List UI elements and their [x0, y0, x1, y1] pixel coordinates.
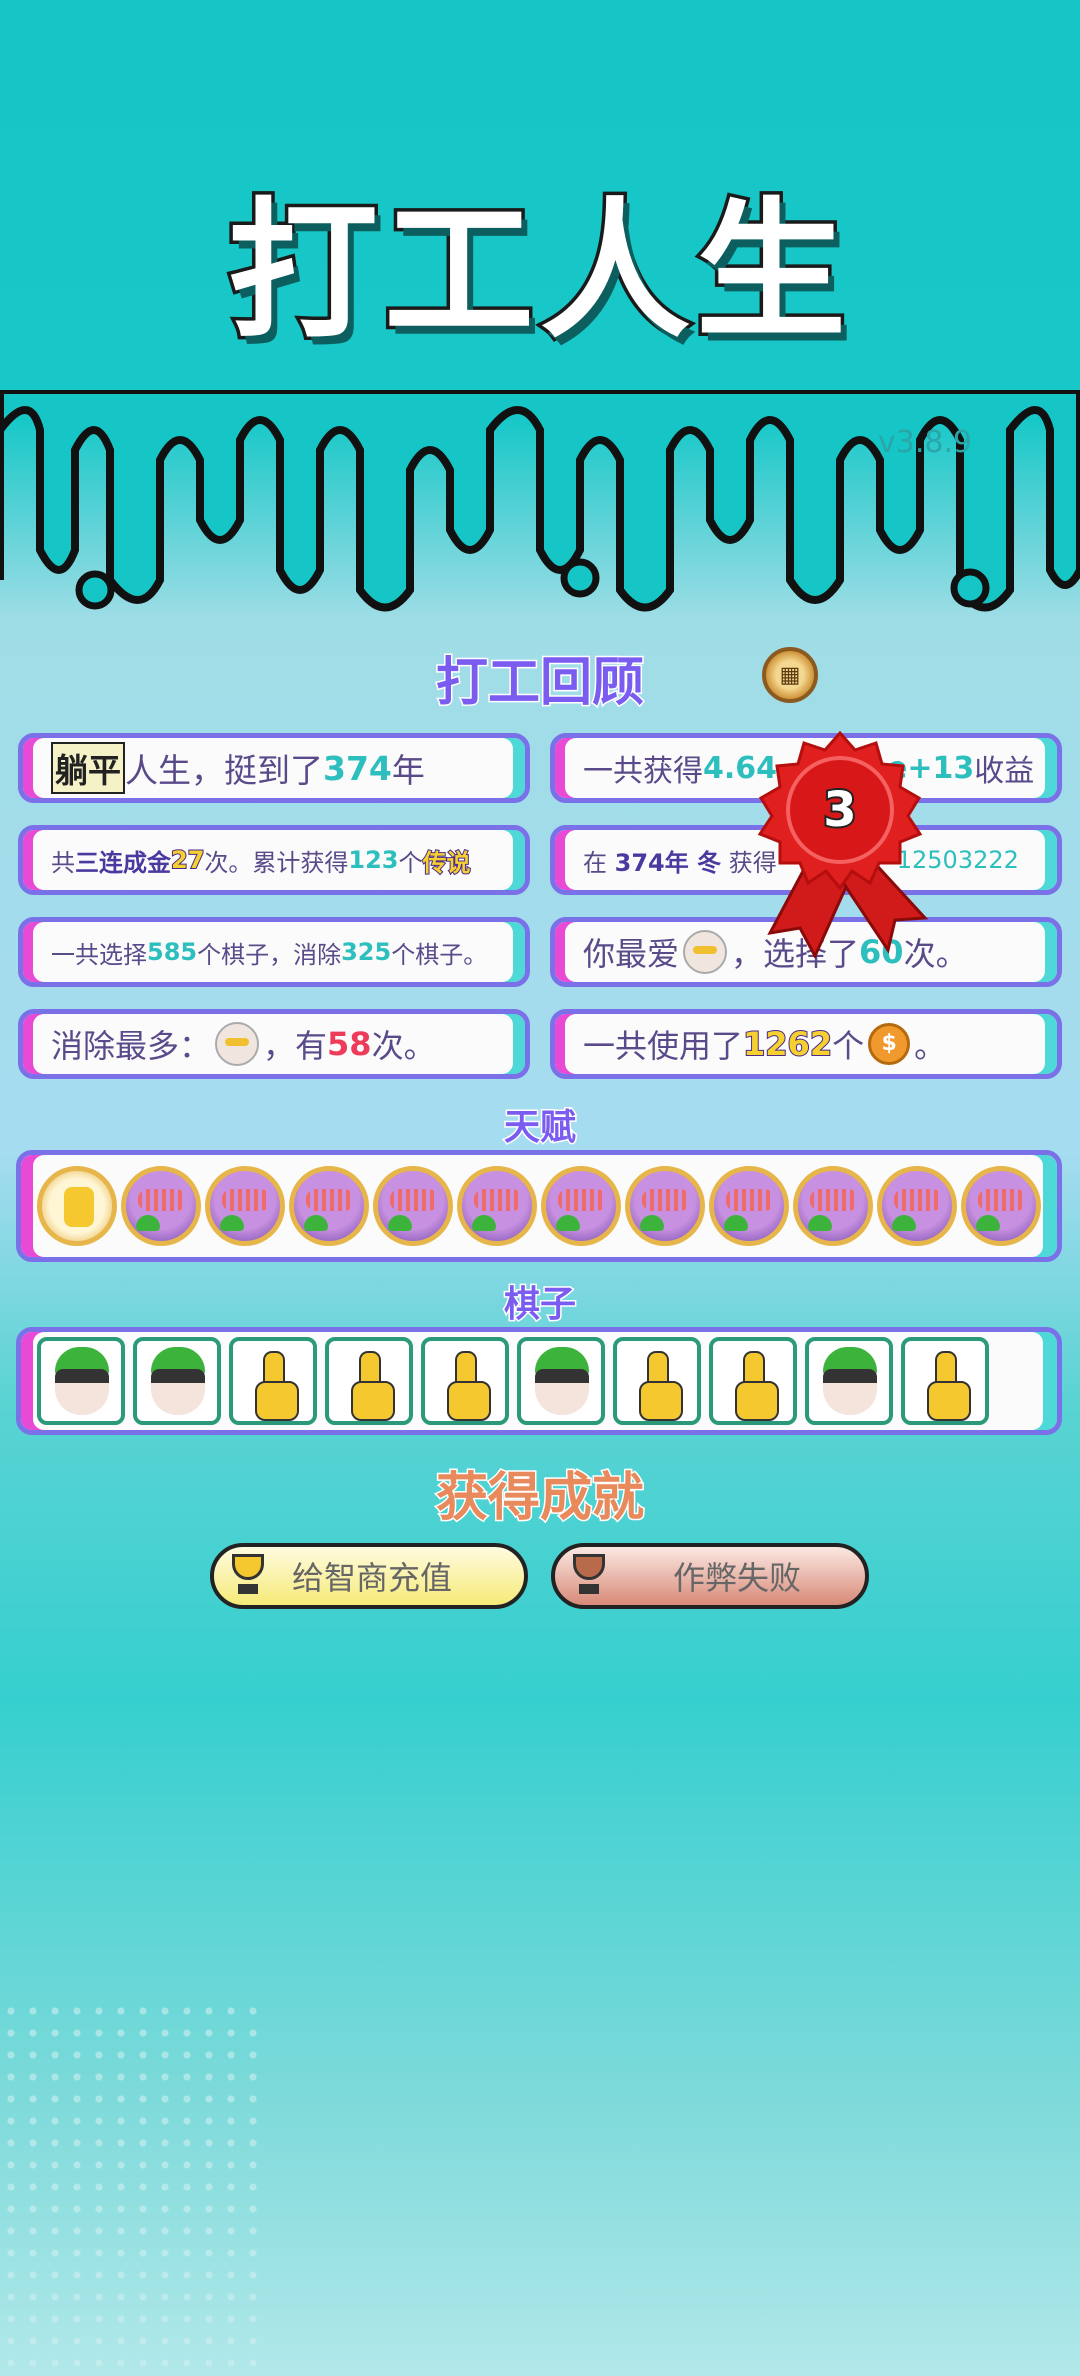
stat-text: 一共选择 — [51, 940, 147, 969]
review-title: 打工回顾 — [434, 652, 645, 715]
stat-card-coins-used: 一共使用了 1262 个 $ 。 — [550, 1009, 1062, 1079]
stat-text: ，有 — [263, 1027, 328, 1065]
stat-text: 人生，挺到了 — [125, 751, 323, 790]
stat-emphasis: 374年 冬 — [614, 848, 722, 877]
sunglasses-man-piece-icon[interactable] — [517, 1337, 605, 1425]
talent-icon[interactable] — [205, 1166, 285, 1246]
stat-number: 27 — [170, 845, 205, 875]
rock-hand-talent-icon[interactable] — [37, 1166, 117, 1246]
pointing-hand-piece-icon[interactable] — [901, 1337, 989, 1425]
talent-icon[interactable] — [877, 1166, 957, 1246]
sunglasses-man-piece-icon[interactable] — [37, 1337, 125, 1425]
stat-emphasis: 三连成金 — [75, 848, 171, 877]
stat-text: 个 — [398, 848, 423, 877]
stat-text: 个 — [832, 1027, 865, 1065]
achievement-label: 给智商充值 — [292, 1559, 453, 1597]
bronze-trophy-icon — [569, 1554, 609, 1598]
piece-strip — [16, 1327, 1062, 1435]
stat-number: 123 — [348, 846, 399, 874]
stat-text: 在 — [583, 848, 607, 877]
pointing-hand-piece-icon[interactable] — [709, 1337, 797, 1425]
rank-medal-icon: 3 — [757, 730, 929, 958]
achievement-label: 作弊失败 — [673, 1559, 802, 1597]
achievement-badge-bronze[interactable]: 作弊失败 — [551, 1543, 869, 1609]
talent-icon[interactable] — [457, 1166, 537, 1246]
stat-text: 个棋子，消除 — [197, 940, 342, 969]
talent-icon[interactable] — [373, 1166, 453, 1246]
talent-icon[interactable] — [961, 1166, 1041, 1246]
stat-number: 1262 — [742, 1024, 833, 1064]
talent-icon[interactable] — [625, 1166, 705, 1246]
pointing-hand-piece-icon[interactable] — [613, 1337, 701, 1425]
stat-text: 收益 — [974, 754, 1035, 789]
sunglasses-man-piece-icon[interactable] — [133, 1337, 221, 1425]
achievement-badge-gold[interactable]: 给智商充值 — [210, 1543, 528, 1609]
stat-text: 消除最多： — [51, 1027, 212, 1065]
talent-title: 天赋 — [502, 1106, 577, 1150]
piece-title: 棋子 — [502, 1283, 577, 1327]
game-title: 打工人生 — [224, 182, 852, 363]
legend-tag: 传说 — [422, 848, 472, 878]
stat-text: 共 — [51, 848, 75, 877]
old-man-face-icon — [215, 1022, 260, 1066]
talent-icon[interactable] — [289, 1166, 369, 1246]
stat-number: 325 — [341, 938, 392, 966]
stat-text: 次。累计获得 — [204, 848, 349, 877]
talent-icon[interactable] — [709, 1166, 789, 1246]
pointing-hand-piece-icon[interactable] — [229, 1337, 317, 1425]
version-label: v3.8.9 — [878, 425, 973, 460]
pointing-hand-piece-icon[interactable] — [325, 1337, 413, 1425]
gold-trophy-icon — [228, 1554, 268, 1598]
stat-number: 585 — [147, 938, 198, 966]
talent-icon[interactable] — [541, 1166, 621, 1246]
stat-text: 年 — [391, 751, 425, 790]
pointing-hand-piece-icon[interactable] — [421, 1337, 509, 1425]
stat-card-lifespan: 躺平 人生，挺到了 374 年 — [18, 733, 530, 803]
dot-pattern-decoration — [0, 2000, 260, 2376]
stat-card-most-eliminated: 消除最多： ，有 58 次。 — [18, 1009, 530, 1079]
stat-text: 。 — [914, 1027, 947, 1065]
stat-text: 次。 — [371, 1027, 436, 1065]
game-title-wrap: 打工人生 — [0, 150, 1080, 367]
stat-text: 一共获得 — [583, 754, 703, 789]
medal-rank: 3 — [823, 782, 856, 838]
old-man-face-icon — [683, 930, 728, 974]
talent-strip — [16, 1150, 1062, 1262]
dollar-coin-icon: $ — [868, 1023, 911, 1065]
achievements-title: 获得成就 — [434, 1467, 645, 1530]
stat-text: 一共使用了 — [583, 1027, 744, 1065]
stat-text: 你最爱 — [583, 935, 680, 973]
lie-flat-badge: 躺平 — [51, 742, 125, 794]
sunglasses-man-piece-icon[interactable] — [805, 1337, 893, 1425]
stat-number: 58 — [327, 1025, 372, 1063]
stat-text: 个棋子。 — [391, 940, 488, 969]
stat-card-triple-merge: 共 三连成金 27 次。累计获得 123 个 传说 — [18, 825, 530, 895]
stat-number: 374 — [323, 748, 392, 788]
stat-card-pieces: 一共选择 585 个棋子，消除 325 个棋子。 — [18, 917, 530, 987]
talent-icon[interactable] — [121, 1166, 201, 1246]
bar-chart-coin-icon[interactable]: ▦ — [762, 647, 818, 703]
talent-icon[interactable] — [793, 1166, 873, 1246]
